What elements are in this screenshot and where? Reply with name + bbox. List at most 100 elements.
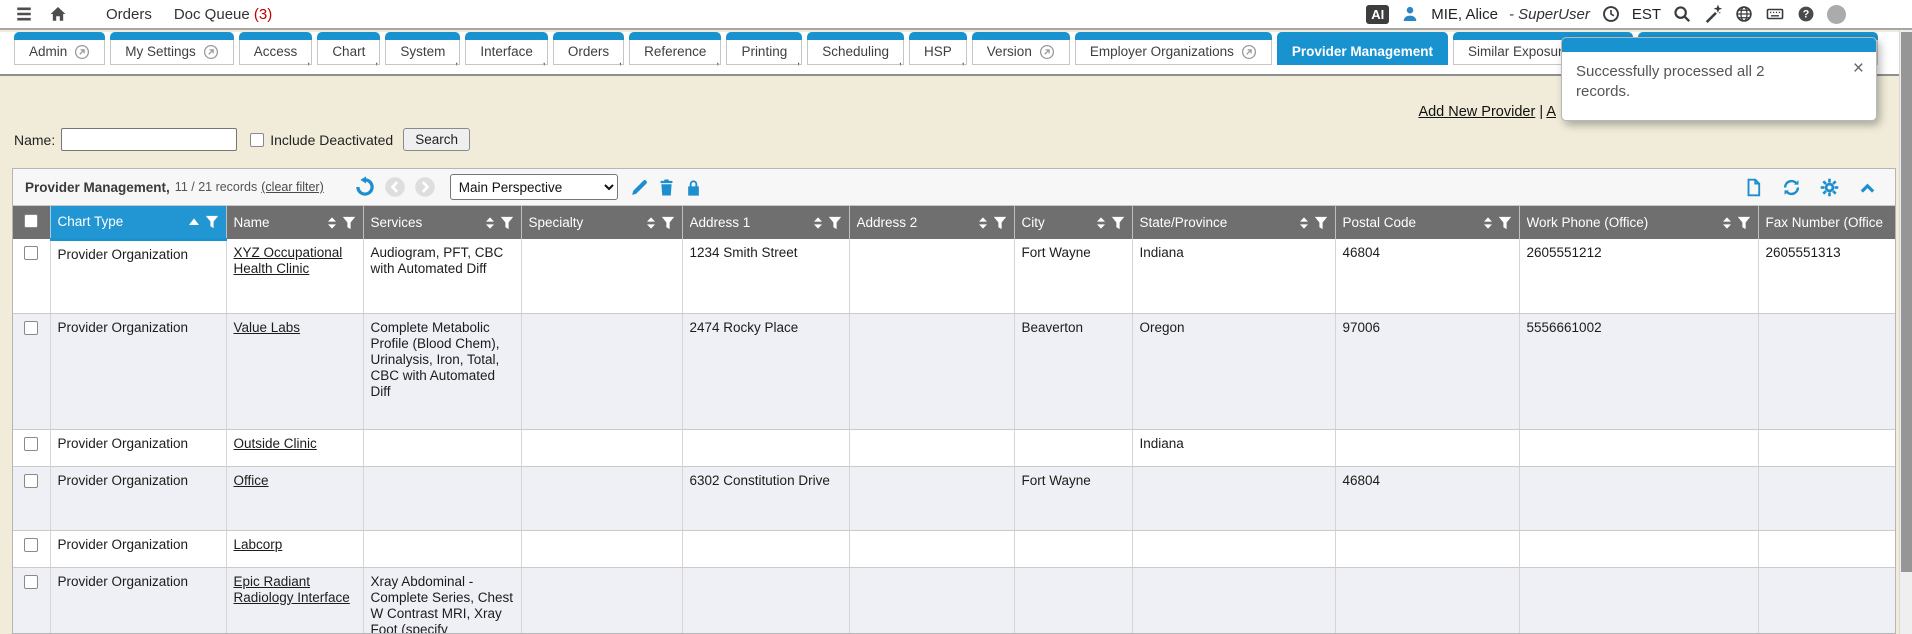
tab-version[interactable]: Version	[972, 32, 1070, 65]
search-button[interactable]: Search	[403, 128, 470, 151]
column-header-fax[interactable]: Fax Number (Office	[1758, 206, 1896, 239]
clock-icon[interactable]	[1601, 4, 1621, 24]
filter-funnel-icon[interactable]	[205, 215, 219, 229]
help-icon[interactable]: ?	[1796, 4, 1816, 24]
sort-icon[interactable]	[1483, 216, 1493, 230]
new-document-icon[interactable]	[1744, 178, 1763, 197]
tab-scheduling[interactable]: Scheduling,	[807, 32, 904, 65]
column-header-address2[interactable]: Address 2	[849, 206, 1014, 239]
provider-name-link[interactable]: Labcorp	[234, 537, 283, 552]
tab-orders[interactable]: Orders,	[553, 32, 624, 65]
select-all-checkbox[interactable]	[13, 206, 50, 239]
cell-work_phone	[1519, 567, 1758, 634]
filter-funnel-icon[interactable]	[1111, 216, 1125, 230]
user-name[interactable]: MIE, Alice	[1431, 6, 1498, 23]
sort-icon[interactable]	[1299, 216, 1309, 230]
tab-hsp[interactable]: HSP,	[909, 32, 967, 65]
filter-funnel-icon[interactable]	[661, 216, 675, 230]
open-in-new-window-icon[interactable]	[74, 44, 90, 60]
checkbox-icon[interactable]	[24, 214, 38, 228]
row-checkbox[interactable]	[24, 321, 38, 335]
column-header-services[interactable]: Services	[363, 206, 521, 239]
filter-funnel-icon[interactable]	[828, 216, 842, 230]
tab-system[interactable]: System,	[385, 32, 460, 65]
next-icon[interactable]	[414, 176, 436, 198]
refresh-icon[interactable]	[1782, 178, 1801, 197]
orders-link[interactable]: Orders	[106, 6, 152, 23]
row-checkbox[interactable]	[24, 474, 38, 488]
add-new-provider-link[interactable]: Add New Provider	[1418, 104, 1535, 120]
column-header-state[interactable]: State/Province	[1132, 206, 1335, 239]
filter-funnel-icon[interactable]	[500, 216, 514, 230]
previous-icon[interactable]	[384, 176, 406, 198]
tab-employer-organizations[interactable]: Employer Organizations	[1075, 32, 1272, 65]
tab-admin[interactable]: Admin	[14, 32, 105, 65]
name-input[interactable]	[61, 128, 237, 151]
filter-funnel-icon[interactable]	[1498, 216, 1512, 230]
provider-name-link[interactable]: XYZ Occupational Health Clinic	[234, 245, 343, 276]
sort-icon[interactable]	[1722, 216, 1732, 230]
sort-ascending-icon[interactable]	[188, 217, 200, 226]
tab-provider-management[interactable]: Provider Management	[1277, 32, 1448, 65]
row-checkbox[interactable]	[24, 246, 38, 260]
column-header-name[interactable]: Name	[226, 206, 363, 239]
settings-gear-icon[interactable]	[1820, 178, 1839, 197]
tab-reference[interactable]: Reference,	[629, 32, 721, 65]
row-checkbox[interactable]	[24, 575, 38, 589]
wand-icon[interactable]	[1703, 4, 1723, 24]
cell-chart_type: Provider Organization	[50, 567, 226, 634]
column-header-postal[interactable]: Postal Code	[1335, 206, 1519, 239]
ai-badge[interactable]: AI	[1366, 5, 1389, 24]
row-checkbox[interactable]	[24, 437, 38, 451]
filter-funnel-icon[interactable]	[342, 216, 356, 230]
column-header-city[interactable]: City	[1014, 206, 1132, 239]
vertical-scrollbar[interactable]	[1899, 30, 1912, 634]
provider-name-link[interactable]: Office	[234, 473, 269, 488]
provider-name-link[interactable]: Outside Clinic	[234, 436, 317, 451]
perspective-select[interactable]: Main Perspective	[450, 174, 618, 200]
filter-funnel-icon[interactable]	[1314, 216, 1328, 230]
undo-icon[interactable]	[354, 176, 376, 198]
filter-funnel-icon[interactable]	[1737, 216, 1751, 230]
row-checkbox[interactable]	[24, 538, 38, 552]
sort-icon[interactable]	[485, 216, 495, 230]
include-deactivated-checkbox[interactable]	[250, 133, 264, 147]
toast-close-icon[interactable]: ×	[1853, 60, 1864, 78]
sort-icon[interactable]	[1096, 216, 1106, 230]
open-in-new-window-icon[interactable]	[1241, 44, 1257, 60]
tab-printing[interactable]: Printing,	[726, 32, 802, 65]
scrollbar-thumb[interactable]	[1901, 32, 1912, 572]
column-header-specialty[interactable]: Specialty	[521, 206, 682, 239]
column-header-work_phone[interactable]: Work Phone (Office)	[1519, 206, 1758, 239]
sort-icon[interactable]	[813, 216, 823, 230]
provider-name-link[interactable]: Epic Radiant Radiology Interface	[234, 574, 350, 605]
edit-perspective-icon[interactable]	[630, 178, 649, 197]
doc-queue-link[interactable]: Doc Queue (3)	[174, 6, 272, 23]
tab-interface[interactable]: Interface,	[465, 32, 548, 65]
sort-icon[interactable]	[327, 216, 337, 230]
column-header-address1[interactable]: Address 1	[682, 206, 849, 239]
lock-perspective-icon[interactable]	[684, 178, 703, 197]
collapse-icon[interactable]	[1858, 178, 1877, 197]
clear-filter-link[interactable]: (clear filter)	[261, 180, 324, 194]
globe-icon[interactable]	[1734, 4, 1754, 24]
tab-chart[interactable]: Chart,	[317, 32, 380, 65]
open-in-new-window-icon[interactable]	[1039, 44, 1055, 60]
avatar[interactable]	[1827, 5, 1846, 24]
provider-search-bar: Name: Include Deactivated Search	[14, 128, 470, 151]
home-icon[interactable]	[48, 4, 68, 24]
tab-corner-mark: ,	[455, 53, 458, 67]
delete-perspective-icon[interactable]	[657, 178, 676, 197]
partial-link-left[interactable]: A	[1546, 104, 1556, 120]
sort-icon[interactable]	[978, 216, 988, 230]
filter-funnel-icon[interactable]	[993, 216, 1007, 230]
column-header-chart_type[interactable]: Chart Type	[50, 206, 226, 239]
provider-name-link[interactable]: Value Labs	[234, 320, 301, 335]
tab-access[interactable]: Access,	[239, 32, 313, 65]
search-icon[interactable]	[1672, 4, 1692, 24]
hamburger-menu-icon[interactable]	[14, 4, 34, 24]
tab-my-settings[interactable]: My Settings	[110, 32, 234, 65]
sort-icon[interactable]	[646, 216, 656, 230]
keyboard-icon[interactable]	[1765, 4, 1785, 24]
open-in-new-window-icon[interactable]	[203, 44, 219, 60]
